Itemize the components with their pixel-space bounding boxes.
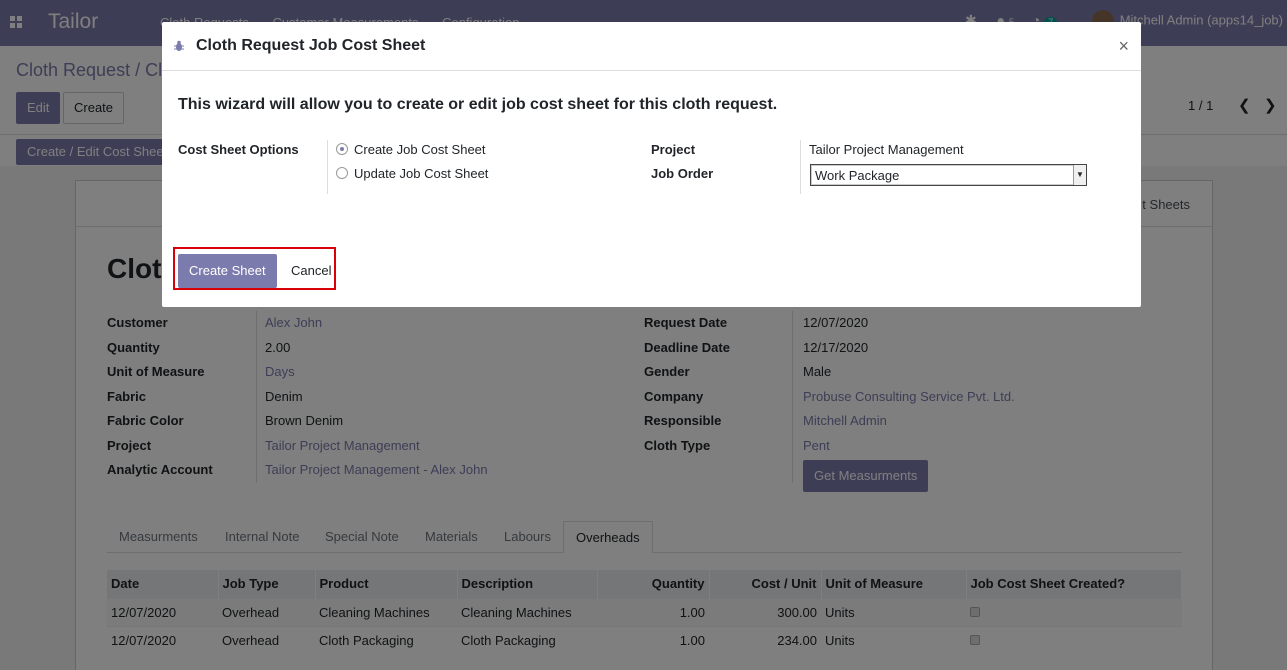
project-label: Project — [651, 142, 696, 157]
create-sheet-button[interactable]: Create Sheet — [178, 254, 277, 288]
close-icon[interactable]: × — [1118, 36, 1129, 57]
radio-label-update[interactable]: Update Job Cost Sheet — [354, 166, 488, 181]
modal-header: Cloth Request Job Cost Sheet × — [162, 22, 1141, 71]
wizard-description: This wizard will allow you to create or … — [178, 96, 778, 113]
job-order-selected-value: Work Package — [815, 168, 900, 183]
caret-down-icon[interactable]: ▼ — [1073, 165, 1086, 185]
cancel-button[interactable]: Cancel — [280, 254, 342, 288]
project-value: Tailor Project Management — [809, 142, 964, 157]
job-order-label: Job Order — [651, 166, 714, 181]
modal-title: Cloth Request Job Cost Sheet — [196, 37, 426, 54]
cost-sheet-options-label: Cost Sheet Options — [178, 142, 299, 157]
bug-icon — [174, 40, 184, 51]
job-order-select[interactable]: Work Package ▼ — [810, 164, 1087, 186]
job-cost-sheet-dialog: Cloth Request Job Cost Sheet × This wiza… — [162, 22, 1141, 307]
field-separator — [800, 140, 801, 194]
radio-create-job-cost-sheet[interactable] — [336, 143, 348, 155]
field-separator — [327, 140, 328, 194]
radio-label-create[interactable]: Create Job Cost Sheet — [354, 142, 486, 157]
radio-update-job-cost-sheet[interactable] — [336, 167, 348, 179]
